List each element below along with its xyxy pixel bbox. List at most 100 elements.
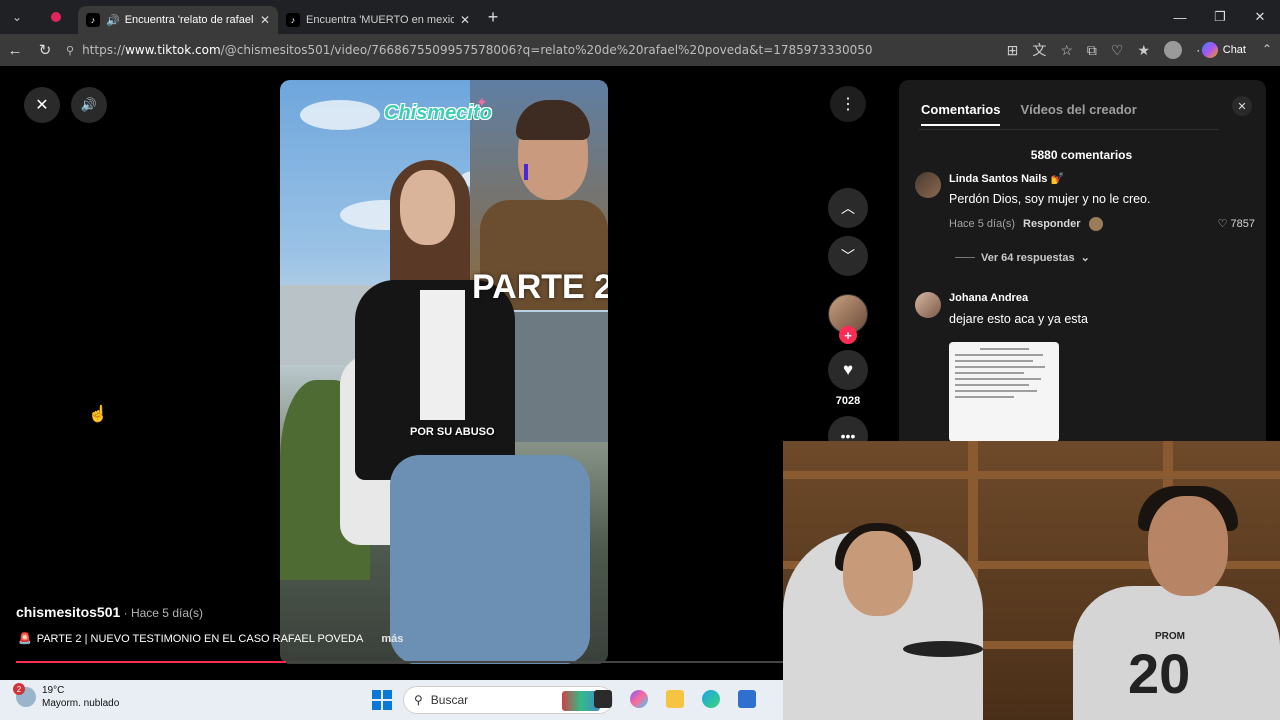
commenter-name[interactable]: Linda Santos Nails 💅 <box>949 172 1064 185</box>
comment-image[interactable] <box>949 342 1059 442</box>
tab-title: Encuentra 'MUERTO en mexico en <box>306 14 454 26</box>
pinned-tab-favicon-icon <box>51 12 61 22</box>
volume-button[interactable]: 🔊 <box>71 87 107 123</box>
tab-close-icon[interactable]: ✕ <box>260 13 270 27</box>
chevron-down-icon: ﹀ <box>841 248 855 264</box>
reply-button[interactable]: Responder <box>1023 218 1080 230</box>
person-left-face <box>843 531 913 616</box>
close-video-button[interactable]: ✕ <box>24 87 60 123</box>
file-explorer-icon[interactable] <box>666 690 684 708</box>
commenter-avatar[interactable] <box>915 172 941 198</box>
copilot-app-icon[interactable] <box>630 690 648 708</box>
chevron-up-icon: ︿ <box>841 200 855 216</box>
sparkle-icon: ✦ <box>476 94 488 110</box>
weather-widget[interactable]: 2 19°C Mayorm. nublado <box>13 683 119 710</box>
tab-tiktok-rafael[interactable]: ♪ 🔊 Encuentra 'relato de rafael po ✕ <box>78 6 278 34</box>
divider <box>955 257 975 258</box>
video-description: 🚨 PARTE 2 | NUEVO TESTIMONIO EN EL CASO R… <box>18 632 403 645</box>
url-path: /@chismesitos501/video/76686755099575780… <box>220 43 873 57</box>
maximize-icon[interactable]: ❐ <box>1200 0 1240 34</box>
site-info-icon[interactable]: ⚲ <box>66 44 74 57</box>
weather-condition: Mayorm. nublado <box>42 698 120 709</box>
reload-icon[interactable]: ↻ <box>30 34 60 66</box>
back-arrow-icon[interactable]: ← <box>0 34 30 66</box>
author-username[interactable]: chismesitos501 <box>16 604 120 620</box>
sidebar-chevron-icon[interactable]: ⌃ <box>1262 42 1272 56</box>
person-right-face <box>1148 496 1228 596</box>
apps-icon[interactable]: ⊞ <box>1007 42 1019 59</box>
search-icon: ⚲ <box>414 693 423 707</box>
commenter-avatar[interactable] <box>915 292 941 318</box>
description-text: PARTE 2 | NUEVO TESTIMONIO EN EL CASO RA… <box>36 633 364 645</box>
notification-badge: 2 <box>13 683 25 695</box>
profile-avatar[interactable] <box>1164 41 1182 59</box>
more-options-button[interactable]: ⋮ <box>830 86 866 122</box>
video-player[interactable]: Chismecito ✦ PARTE 2 POR SU ABUSO <box>280 80 608 664</box>
toolbar-icons: ⊞ 文 ☆ ⧉ ♡ ★ ⋯ <box>1007 34 1210 66</box>
alert-emoji-icon: 🚨 <box>18 633 32 645</box>
woman-face <box>400 170 455 245</box>
comment-text: Perdón Dios, soy mujer y no le creo. <box>949 192 1151 206</box>
chevron-down-icon: ⌄ <box>1080 252 1090 264</box>
panel-close-icon[interactable]: ✕ <box>1232 96 1252 116</box>
taskbar-search[interactable]: ⚲ Buscar <box>403 686 613 714</box>
screen: ⌄ ♪ 🔊 Encuentra 'relato de rafael po ✕ ♪… <box>0 0 1280 720</box>
task-view-icon[interactable] <box>594 690 612 708</box>
like-count: 7028 <box>835 395 861 407</box>
copilot-icon <box>1201 42 1218 58</box>
tab-close-icon[interactable]: ✕ <box>460 13 470 27</box>
more-link[interactable]: más <box>381 633 403 645</box>
previous-video-button[interactable]: ︿ <box>828 188 868 228</box>
video-progress-bar[interactable] <box>16 661 788 663</box>
follow-plus-button[interactable]: + <box>839 326 857 344</box>
speaker-icon: 🔊 <box>80 97 98 112</box>
creator-liked-avatar <box>1088 217 1103 231</box>
video-author-line: chismesitos501 · Hace 5 día(s) <box>16 604 203 620</box>
translate-icon[interactable]: 文 <box>1032 40 1046 60</box>
vertical-dots-icon: ⋮ <box>840 96 856 113</box>
pinned-tab[interactable] <box>34 0 78 34</box>
video-subtitle: POR SU ABUSO <box>410 426 495 438</box>
url-field[interactable]: ⚲ https://www.tiktok.com/@chismesitos501… <box>66 38 966 62</box>
tab-creator-videos[interactable]: Vídeos del creador <box>1020 102 1136 126</box>
view-replies-button[interactable]: Ver 64 respuestas ⌄ <box>955 251 1090 264</box>
url-host: www.tiktok.com <box>125 43 221 57</box>
comment-time: Hace 5 día(s) <box>949 218 1016 230</box>
comment-text: dejare esto aca y ya esta <box>949 312 1088 326</box>
store-icon[interactable] <box>738 690 756 708</box>
search-placeholder: Buscar <box>430 693 469 707</box>
comment-like-count[interactable]: ♡ 7857 <box>1218 217 1255 230</box>
temperature: 19°C <box>42 685 65 696</box>
window-close-icon[interactable]: ✕ <box>1240 0 1280 34</box>
browser-essentials-icon[interactable]: ♡ <box>1111 42 1124 59</box>
speaker-icon[interactable]: 🔊 <box>106 14 120 27</box>
tiktok-favicon-icon: ♪ <box>286 13 300 27</box>
mouse-cursor-icon: ☝ <box>88 406 108 423</box>
edge-browser-icon[interactable] <box>702 690 720 708</box>
webcam-overlay: PROM 20 <box>783 441 1280 720</box>
copilot-chat-button[interactable]: Chat <box>1201 40 1246 60</box>
shirt-number: 20 <box>1128 642 1191 705</box>
extensions-icon[interactable]: ⧉ <box>1087 42 1097 59</box>
commenter-name[interactable]: Johana Andrea <box>949 292 1028 304</box>
windows-start-icon[interactable] <box>372 690 392 710</box>
taskbar-apps <box>594 690 756 708</box>
minimize-icon[interactable]: — <box>1160 0 1200 34</box>
like-button[interactable]: ♥ <box>828 350 868 390</box>
tab-list-chevron-icon[interactable]: ⌄ <box>0 0 34 34</box>
tab-tiktok-muerto[interactable]: ♪ Encuentra 'MUERTO en mexico en ✕ <box>278 6 478 34</box>
panel-tabs: Comentarios Vídeos del creador <box>921 102 1137 126</box>
favorites-icon[interactable]: ★ <box>1137 42 1150 59</box>
close-icon: ✕ <box>35 97 49 114</box>
new-tab-button[interactable]: + <box>478 0 508 34</box>
progress-fill <box>16 661 287 663</box>
woman-shirt <box>420 290 465 420</box>
tab-comments[interactable]: Comentarios <box>921 102 1001 126</box>
favorite-star-icon[interactable]: ☆ <box>1060 42 1073 59</box>
view-replies-label: Ver 64 respuestas <box>981 251 1075 264</box>
tab-title: Encuentra 'relato de rafael po <box>124 14 254 26</box>
weather-text: 19°C Mayorm. nublado <box>42 684 119 710</box>
heart-icon: ♥ <box>842 360 854 379</box>
chat-label: Chat <box>1222 44 1246 56</box>
next-video-button[interactable]: ﹀ <box>828 236 868 276</box>
